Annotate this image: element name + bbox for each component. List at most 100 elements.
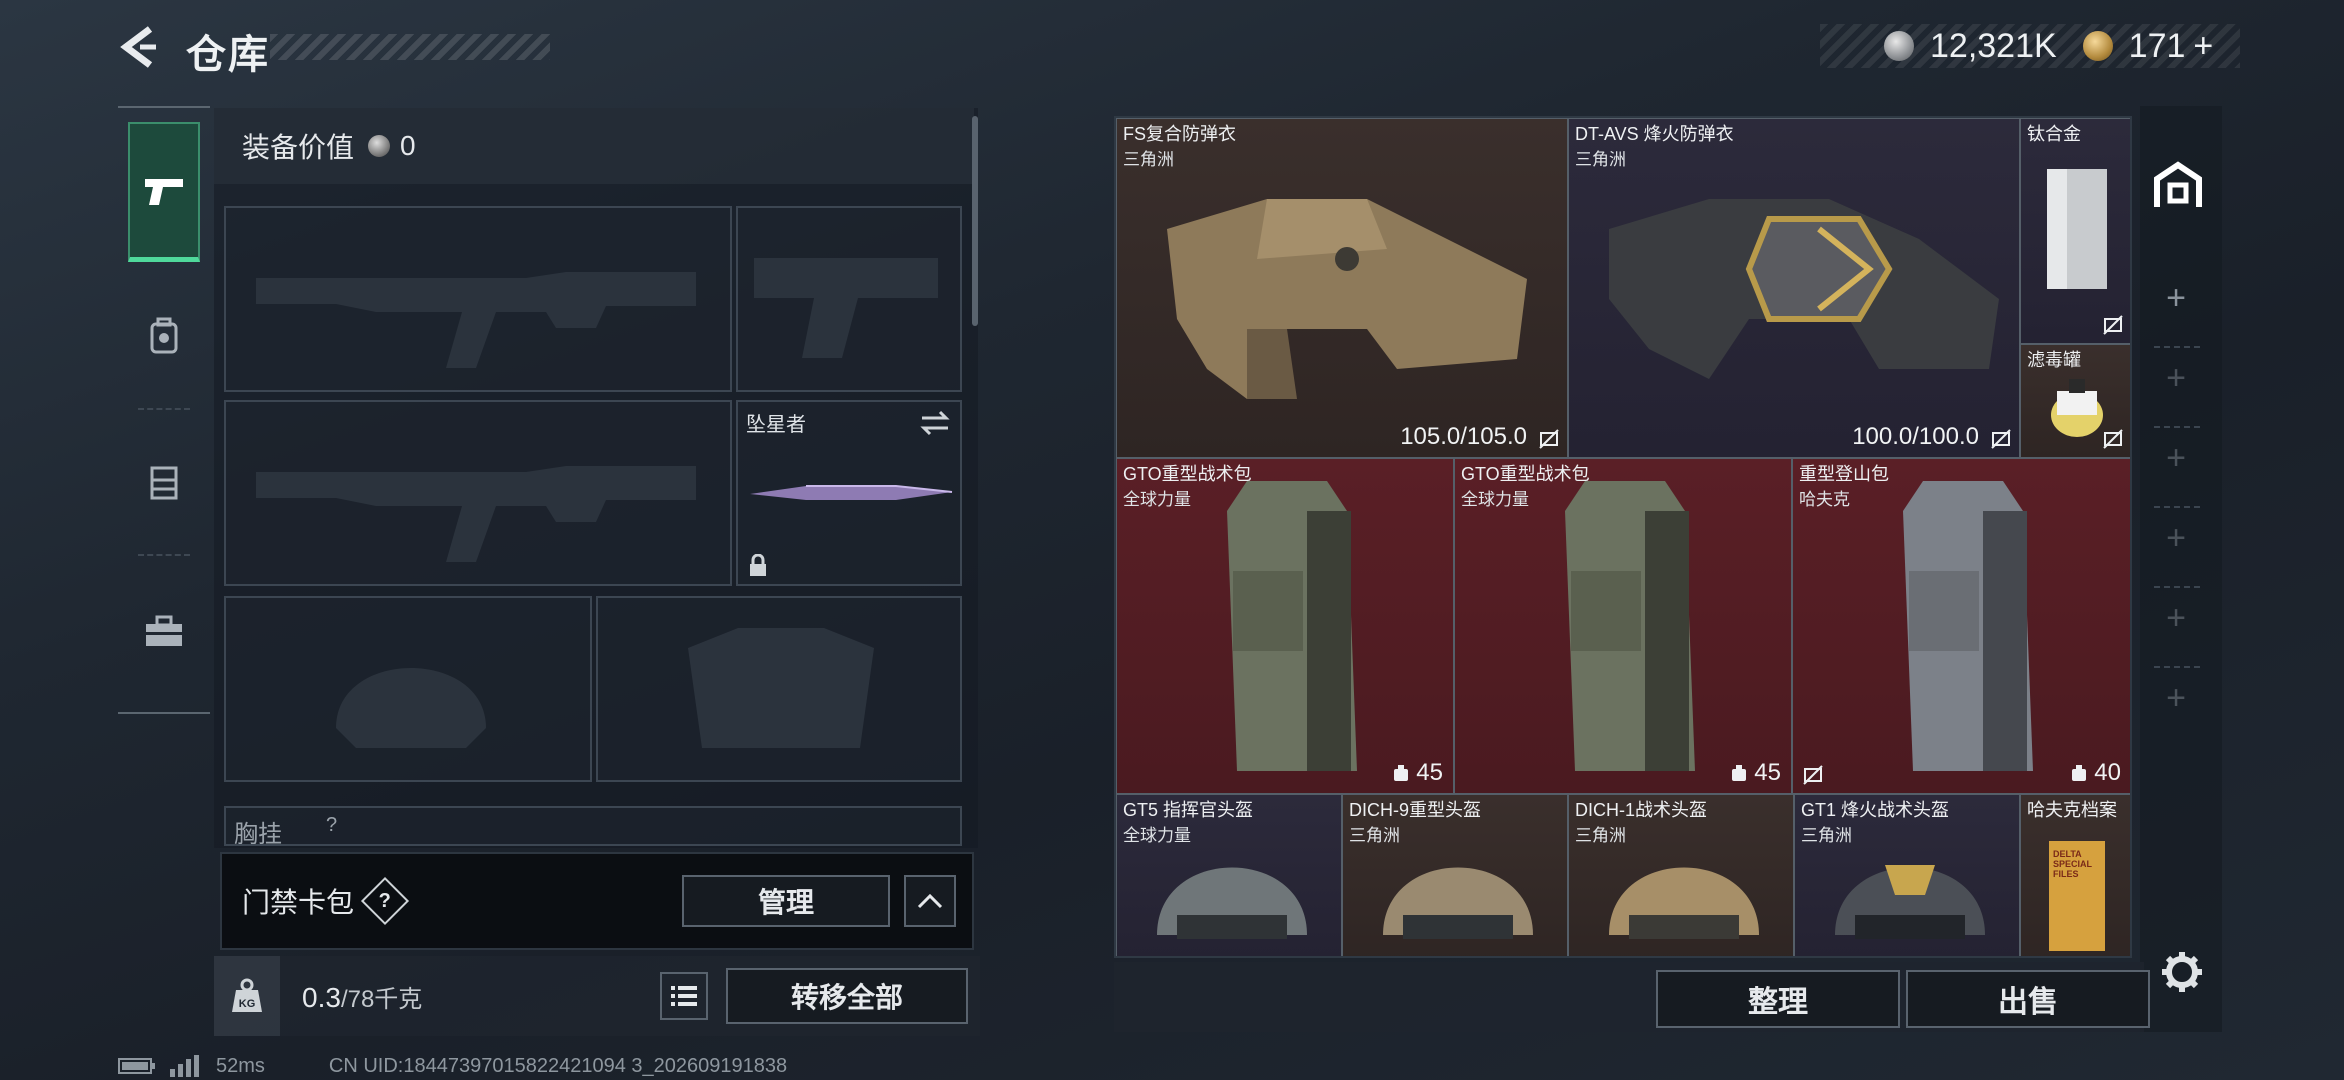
backpack-item-icon (1227, 481, 1357, 771)
item-name: 钛合金 (2027, 124, 2081, 144)
storage-item-dich9-helmet[interactable]: DICH-9重型头盔 三角洲 (1342, 794, 1568, 956)
nav-chest-rig[interactable] (118, 432, 210, 532)
sort-button[interactable]: 整理 (1656, 970, 1900, 1028)
storage-icon (2154, 161, 2202, 207)
capacity-value: 45 (1416, 759, 1443, 786)
signal-icon (170, 1055, 199, 1077)
tab-divider (2154, 506, 2200, 508)
item-durability: 100.0/100.0 (1852, 423, 1979, 450)
titanium-plate-icon (2047, 169, 2107, 289)
archive-folder-icon: DELTA SPECIAL FILES (2049, 841, 2105, 951)
capacity-icon (1732, 765, 1747, 781)
capacity-icon (2072, 765, 2087, 781)
helmet-item-icon (1835, 865, 1985, 939)
sell-button[interactable]: 出售 (1906, 970, 2150, 1028)
nav-weapons[interactable] (128, 122, 200, 262)
plus-icon[interactable]: + (2156, 358, 2196, 398)
gold-amount: 171 (2128, 26, 2186, 65)
chest-rig-label: 胸挂 (234, 821, 282, 846)
secondary-weapon-slot[interactable] (224, 400, 732, 586)
helmet-item-icon (1383, 867, 1533, 939)
silver-amount: 12,321K (1930, 26, 2057, 65)
keycard-bag-bar: 门禁卡包 ? 管理 (220, 852, 974, 950)
melee-slot[interactable]: 坠星者 (736, 400, 962, 586)
keycard-help-icon[interactable]: ? (360, 876, 410, 926)
pistol-silhouette-icon (754, 258, 938, 358)
no-insurance-icon (1803, 765, 1823, 785)
chest-rig-slot[interactable]: 胸挂 ? (224, 806, 962, 846)
item-name: 滤毒罐 (2027, 350, 2081, 370)
item-name: DICH-9重型头盔 (1349, 800, 1482, 820)
backpack-item-icon (1565, 481, 1695, 771)
manage-button[interactable]: 管理 (682, 875, 890, 927)
storage-tab-strip: + + + + + + (2140, 106, 2222, 1032)
chest-rig-help[interactable]: ? (326, 814, 337, 837)
storage-item-gto-backpack[interactable]: GTO重型战术包 全球力量 45 (1454, 458, 1792, 794)
storage-item-haavk-archive[interactable]: 哈夫克档案 DELTA SPECIAL FILES (2020, 794, 2130, 956)
weight-current: 0.3 (302, 981, 341, 1013)
status-bar: 52ms CN UID:18447397015822421094 3_20260… (118, 1054, 787, 1078)
plus-icon[interactable]: + (2156, 278, 2196, 318)
silver-coin-icon (368, 135, 391, 157)
ping: 52ms (216, 1054, 265, 1077)
storage-item-gt1-helmet[interactable]: GT1 烽火战术头盔 三角洲 (1794, 794, 2020, 956)
equipment-panel: 装备价值 0 坠星者 胸挂 ? (214, 108, 978, 848)
weight-readout: 0.3/78千克 (302, 979, 422, 1014)
sidearm-slot[interactable] (736, 206, 962, 392)
plus-icon[interactable]: + (2156, 678, 2196, 718)
storage-item-fs-armor[interactable]: FS复合防弹衣 三角洲 105.0/105.0 (1116, 118, 1568, 458)
helmet-slot[interactable] (224, 596, 592, 782)
no-insurance-icon (2103, 429, 2123, 449)
plus-icon[interactable]: + (2156, 518, 2196, 558)
helmet-item-icon (1609, 867, 1759, 939)
nav-divider (138, 554, 190, 556)
collapse-button[interactable] (904, 875, 956, 927)
swap-icon[interactable] (920, 410, 950, 436)
plus-icon[interactable]: + (2156, 438, 2196, 478)
plus-icon[interactable]: + (2156, 598, 2196, 638)
storage-tab-main[interactable] (2146, 130, 2210, 242)
back-arrow-icon[interactable] (118, 25, 162, 69)
add-currency-button[interactable]: + (2193, 27, 2213, 66)
item-origin: 全球力量 (1123, 490, 1191, 509)
body-armor-icon (1167, 199, 1527, 399)
storage-item-dt-avs-armor[interactable]: DT-AVS 烽火防弹衣 三角洲 100.0/100.0 (1568, 118, 2020, 458)
primary-weapon-slot[interactable] (224, 206, 732, 392)
capacity-value: 45 (1754, 759, 1781, 786)
transfer-all-button[interactable]: 转移全部 (726, 968, 968, 1024)
storage-item-titanium[interactable]: 钛合金 (2020, 118, 2130, 344)
rifle-silhouette-icon (256, 272, 696, 368)
lock-icon (750, 554, 766, 576)
storage-item-dich1-helmet[interactable]: DICH-1战术头盔 三角洲 (1568, 794, 1794, 956)
helmet-silhouette-icon (336, 668, 486, 748)
backpack-icon (150, 317, 178, 354)
item-origin: 全球力量 (1461, 490, 1529, 509)
storage-item-filter-canister[interactable]: 滤毒罐 (2020, 344, 2130, 458)
backpack-item-icon (1903, 481, 2033, 771)
backpack-capacity: 45 (1730, 759, 1781, 787)
nav-toolbox[interactable] (118, 582, 210, 682)
item-durability: 105.0/105.0 (1400, 423, 1527, 450)
rig-icon (150, 466, 178, 500)
gold-coin-icon (2082, 31, 2113, 61)
list-view-button[interactable] (660, 972, 708, 1020)
list-icon (671, 986, 697, 1006)
armor-slot[interactable] (596, 596, 962, 782)
battery-icon (118, 1058, 155, 1074)
no-insurance-icon (2103, 315, 2123, 335)
weight-bar: KG 0.3/78千克 转移全部 (214, 956, 980, 1036)
chevron-up-icon (917, 893, 943, 909)
nav-backpack[interactable] (118, 286, 210, 386)
storage-item-gt5-helmet[interactable]: GT5 指挥官头盔 全球力量 (1116, 794, 1342, 956)
nav-divider (138, 408, 190, 410)
item-name: 重型登山包 (1799, 464, 1889, 484)
rifle-silhouette-icon (256, 466, 696, 562)
item-origin: 三角洲 (1123, 150, 1174, 169)
storage-grid: FS复合防弹衣 三角洲 105.0/105.0 DT-AVS 烽火防弹衣 三角洲… (1114, 116, 2132, 958)
tab-divider (2154, 426, 2200, 428)
equipment-scrollbar[interactable] (972, 116, 978, 326)
storage-item-gto-backpack[interactable]: GTO重型战术包 全球力量 45 (1116, 458, 1454, 794)
storage-item-heavy-mountain-pack[interactable]: 重型登山包 哈夫克 40 (1792, 458, 2130, 794)
gear-icon[interactable] (2160, 950, 2204, 994)
user-uid: CN UID:18447397015822421094 3_2026091918… (328, 1054, 788, 1077)
